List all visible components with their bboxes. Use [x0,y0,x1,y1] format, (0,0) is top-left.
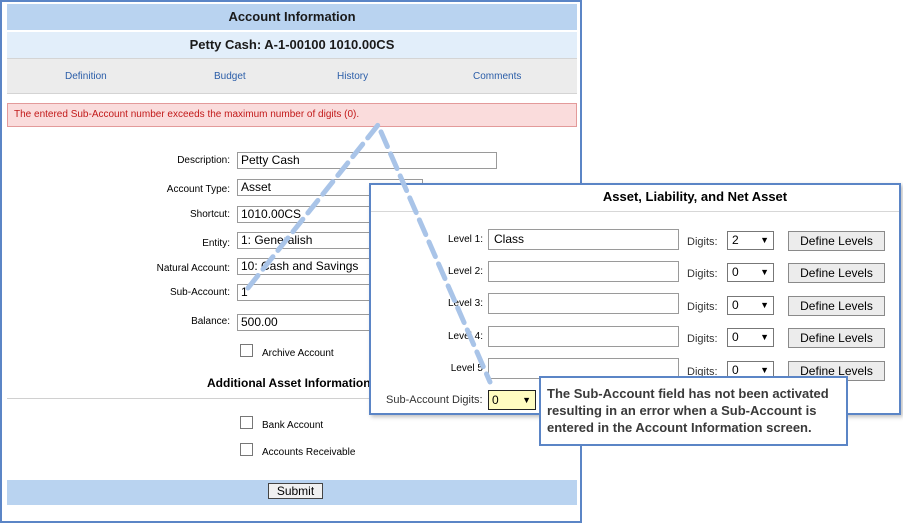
sub-account-label: Sub-Account: [169,287,230,298]
level-4-digits-label: Digits: [687,333,718,345]
sub-account-digits-label: Sub-Account Digits: [386,394,483,406]
shortcut-input[interactable]: 1010.00CS [237,206,377,223]
balance-value: 500.00 [237,314,377,331]
chevron-down-icon: ▼ [760,267,769,277]
level-3-digits-label: Digits: [687,301,718,313]
levels-title: Asset, Liability, and Net Asset [602,189,788,204]
title-divider [371,211,899,212]
tab-budget[interactable]: Budget [214,71,246,82]
chevron-down-icon: ▼ [760,332,769,342]
entity-select[interactable]: 1: Generalish [237,232,377,249]
level-2-digits-select[interactable]: 0 ▼ [727,263,774,282]
account-type-label: Account Type: [166,184,230,195]
level-2-label: Level 2: [447,266,483,277]
sub-account-digits-select[interactable]: 0 ▼ [488,390,536,410]
level-1-define-button[interactable]: Define Levels [788,231,885,251]
submit-button[interactable]: Submit [268,483,323,499]
bank-account-checkbox[interactable] [240,416,253,429]
description-label: Description: [177,155,230,166]
level-4-define-button[interactable]: Define Levels [788,328,885,348]
natural-account-select[interactable]: 10: Cash and Savings [237,258,377,275]
level-1-label: Level 1: [447,234,483,245]
accounts-receivable-label: Accounts Receivable [262,447,356,458]
level-3-input[interactable] [488,293,679,314]
account-subtitle: Petty Cash: A-1-00100 1010.00CS [7,32,577,58]
bank-account-label: Bank Account [262,420,324,431]
natural-account-label: Natural Account: [156,263,230,274]
level-4-label: Level 4: [447,331,483,342]
error-message: The entered Sub-Account number exceeds t… [7,103,577,127]
level-3-label: Level 3: [447,298,483,309]
tab-bar: Definition Budget History Comments [7,58,577,94]
additional-info-header: Additional Asset Information [207,376,371,390]
chevron-down-icon: ▼ [522,395,531,405]
accounts-receivable-checkbox[interactable] [240,443,253,456]
level-2-define-button[interactable]: Define Levels [788,263,885,283]
level-3-define-button[interactable]: Define Levels [788,296,885,316]
annotation-callout: The Sub-Account field has not been activ… [539,376,848,446]
chevron-down-icon: ▼ [760,235,769,245]
shortcut-label: Shortcut: [189,209,230,220]
entity-label: Entity: [202,238,230,249]
chevron-down-icon: ▼ [760,300,769,310]
level-1-digits-label: Digits: [687,236,718,248]
level-4-input[interactable] [488,326,679,347]
balance-label: Balance: [191,316,230,327]
description-input[interactable]: Petty Cash [237,152,497,169]
level-4-digits-select[interactable]: 0 ▼ [727,328,774,347]
level-1-input[interactable]: Class [488,229,679,250]
tab-history[interactable]: History [337,71,368,82]
level-3-digits-select[interactable]: 0 ▼ [727,296,774,315]
level-2-input[interactable] [488,261,679,282]
archive-account-label: Archive Account [262,348,334,359]
level-2-digits-label: Digits: [687,268,718,280]
archive-account-checkbox[interactable] [240,344,253,357]
sub-account-input[interactable]: 1 [237,284,377,301]
window-title: Account Information [7,4,577,30]
tab-definition[interactable]: Definition [65,71,107,82]
tab-comments[interactable]: Comments [473,71,521,82]
level-1-digits-select[interactable]: 2 ▼ [727,231,774,250]
level-5-label: Level 5 [450,363,483,374]
